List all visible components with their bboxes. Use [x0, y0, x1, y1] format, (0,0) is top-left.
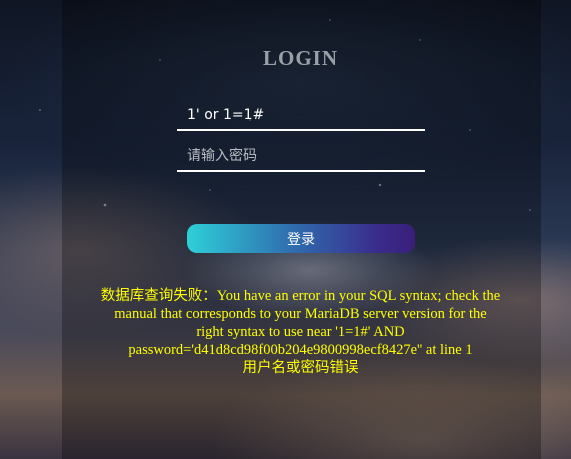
login-title: LOGIN [262, 46, 338, 70]
sql-error-message: 数据库查询失败：You have an error in your SQL sy… [100, 288, 501, 358]
result-message: 数据库查询失败：You have an error in your SQL sy… [100, 287, 501, 377]
login-button[interactable]: 登录 [187, 224, 415, 253]
auth-error-message: 用户名或密码错误 [242, 360, 359, 376]
username-input[interactable] [177, 101, 425, 131]
login-form: LOGIN 登录 数据库查询失败：You have an error in yo… [0, 0, 571, 459]
password-input[interactable] [177, 142, 425, 172]
